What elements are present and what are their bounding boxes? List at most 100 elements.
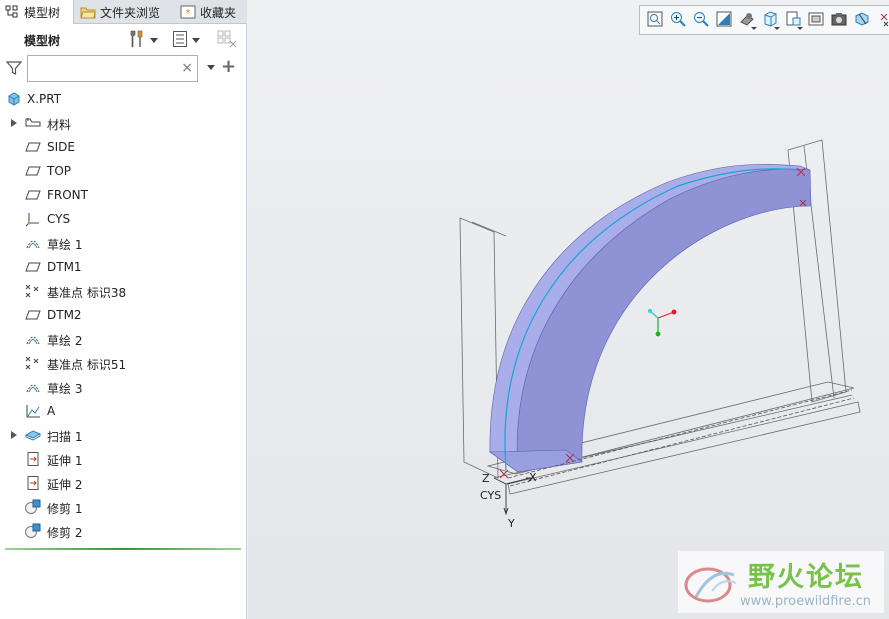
tab-folder-browser[interactable]: 文件夹浏览: [76, 0, 168, 24]
tree-item-root[interactable]: X.PRT: [0, 88, 247, 110]
tree-item-label: FRONT: [47, 188, 88, 202]
axis-y-label: Y: [507, 517, 515, 530]
tab-favorites[interactable]: * 收藏夹: [176, 0, 247, 24]
tree-item-datum-point-38[interactable]: 基准点 标识38: [0, 280, 247, 302]
tree-item-dtm2[interactable]: DTM2: [0, 304, 247, 326]
tree-item-label: 延伸 2: [47, 478, 83, 492]
tree-item-label: 延伸 1: [47, 454, 83, 468]
grid-filter-icon: [216, 29, 238, 52]
tree-item-label: CYS: [47, 212, 71, 226]
chevron-down-icon: [150, 37, 158, 43]
graph-icon: [24, 403, 42, 419]
favorites-icon: *: [180, 4, 196, 20]
tree-filter-toggle-button[interactable]: [216, 30, 238, 50]
tree-item-label: 修剪 1: [47, 502, 83, 516]
tree-item-graph-a[interactable]: A: [0, 400, 247, 422]
tree-item-sketch-2[interactable]: 草绘 2: [0, 328, 247, 350]
tree-header: 模型树: [0, 27, 247, 53]
datum-plane-icon: [24, 307, 42, 323]
repaint-button[interactable]: [714, 9, 734, 31]
expand-arrow-icon[interactable]: [11, 431, 17, 439]
trim-icon: [24, 523, 42, 539]
section-icon: [853, 10, 871, 31]
forum-name: 野火论坛: [748, 562, 864, 593]
model-tree-panel: 模型树 文件夹浏览 * 收藏夹 模型树 × + X.PRT 材料 SIDE TO…: [0, 0, 247, 619]
datum-display-icon: [878, 10, 889, 31]
tree-item-sweep-1[interactable]: 扫描 1: [0, 424, 247, 446]
chevron-down-icon: [774, 27, 780, 30]
part-end-face: [489, 449, 583, 473]
tab-label: 模型树: [24, 5, 61, 20]
tree-item-top[interactable]: TOP: [0, 160, 247, 182]
section-button[interactable]: [852, 9, 872, 31]
tree-item-dtm1[interactable]: DTM1: [0, 256, 247, 278]
sketch-icon: [24, 331, 42, 347]
zoom-in-icon: [669, 10, 687, 31]
add-icon[interactable]: +: [221, 57, 236, 77]
svg-text:*: *: [186, 8, 191, 19]
folder-icon: [80, 4, 96, 20]
tree-item-side[interactable]: SIDE: [0, 136, 247, 158]
navigator-tabbar: 模型树 文件夹浏览 * 收藏夹: [0, 0, 247, 24]
view-manager-button[interactable]: [783, 9, 803, 31]
refit-icon: [646, 10, 664, 31]
search-input[interactable]: [31, 59, 179, 78]
list-icon: [172, 29, 188, 52]
tree-item-sketch-3[interactable]: 草绘 3: [0, 376, 247, 398]
camera-button[interactable]: [829, 9, 849, 31]
filter-icon[interactable]: [5, 60, 23, 79]
model-viewport[interactable]: Z X Y CYS: [248, 0, 889, 619]
datum-plane-icon: [24, 259, 42, 275]
tree-item-label: 扫描 1: [47, 430, 83, 444]
zoom-out-button[interactable]: [691, 9, 711, 31]
spin-center-triad: [647, 308, 677, 337]
tree-search-row: × +: [0, 54, 247, 82]
tree-item-label: 草绘 2: [47, 334, 83, 348]
datum-plane-icon: [24, 139, 42, 155]
trim-icon: [24, 499, 42, 515]
tree-item-datum-point-51[interactable]: 基准点 标识51: [0, 352, 247, 374]
insert-here-indicator[interactable]: [5, 548, 241, 550]
tree-item-label: TOP: [47, 164, 72, 178]
perspective-button[interactable]: [806, 9, 826, 31]
graphics-window[interactable]: Z X Y CYS 野火论坛 www.proewildfire.cn: [248, 0, 889, 619]
datum-plane-icon: [24, 187, 42, 203]
tree-item-material[interactable]: 材料: [0, 112, 247, 134]
tree-item-label: 修剪 2: [47, 526, 83, 540]
refit-button[interactable]: [645, 9, 665, 31]
material-icon: [24, 115, 42, 131]
datum-display-button[interactable]: [875, 9, 889, 31]
tree-item-sketch-1[interactable]: 草绘 1: [0, 232, 247, 254]
display-style-button[interactable]: [737, 9, 757, 31]
tree-item-label: 材料: [47, 118, 72, 132]
chevron-down-icon: [751, 27, 757, 30]
tab-label: 文件夹浏览: [100, 5, 161, 20]
zoom-in-button[interactable]: [668, 9, 688, 31]
tree-show-button[interactable]: [172, 30, 200, 50]
forum-url: www.proewildfire.cn: [740, 594, 871, 609]
tree-item-label: DTM2: [47, 308, 82, 322]
tree-settings-button[interactable]: [128, 30, 158, 50]
tree-item-label: SIDE: [47, 140, 75, 154]
tree-item-trim-1[interactable]: 修剪 1: [0, 496, 247, 518]
tree-item-front[interactable]: FRONT: [0, 184, 247, 206]
saved-views-button[interactable]: [760, 9, 780, 31]
tree-item-cys[interactable]: CYS: [0, 208, 247, 230]
chevron-down-icon: [192, 37, 200, 43]
search-box: ×: [27, 55, 198, 82]
coordinate-system-icon: [24, 211, 42, 227]
tree-item-extend-1[interactable]: 延伸 1: [0, 448, 247, 470]
expand-arrow-icon[interactable]: [11, 119, 17, 127]
tree-title: 模型树: [24, 34, 61, 48]
clear-icon[interactable]: ×: [181, 60, 193, 76]
tree-item-label: 草绘 3: [47, 382, 83, 396]
axis-x-label: X: [529, 471, 537, 484]
chevron-down-icon[interactable]: [207, 65, 215, 70]
tree-item-extend-2[interactable]: 延伸 2: [0, 472, 247, 494]
chevron-down-icon: [797, 27, 803, 30]
camera-icon: [830, 10, 848, 31]
tab-model-tree[interactable]: 模型树: [0, 0, 74, 24]
tree-item-trim-2[interactable]: 修剪 2: [0, 520, 247, 542]
axis-z-label: Z: [482, 472, 490, 485]
repaint-icon: [715, 10, 733, 31]
